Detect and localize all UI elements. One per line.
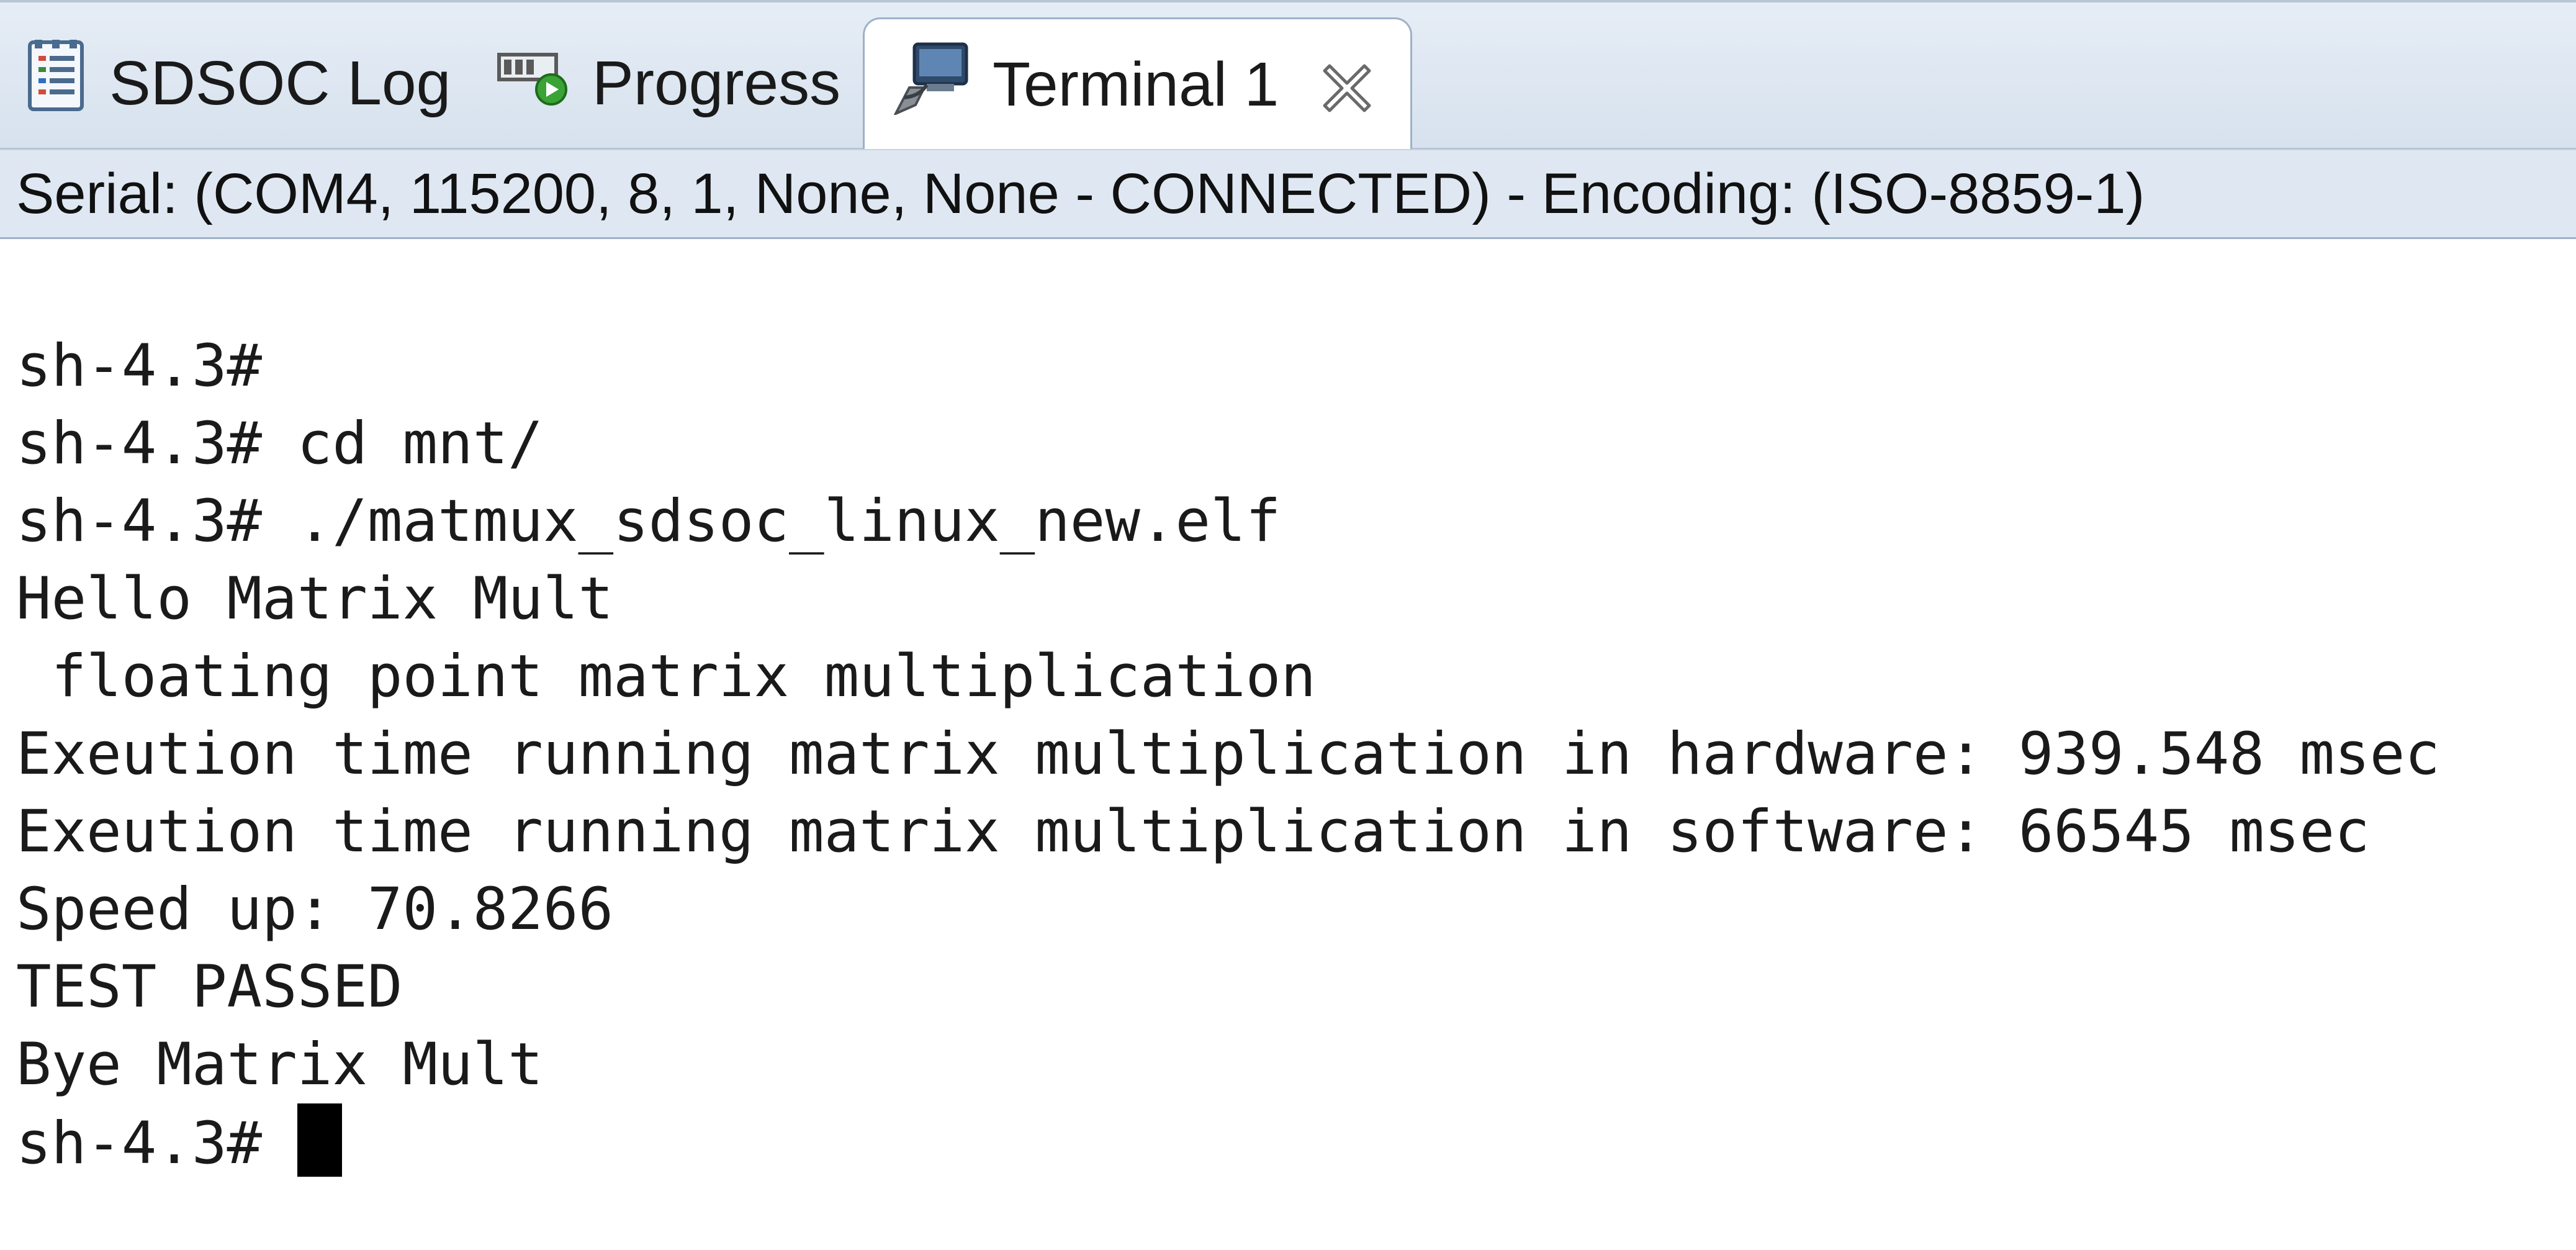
terminal-line: Speed up: 70.8266 [16, 876, 614, 943]
tab-progress-label: Progress [592, 48, 841, 118]
terminal-line: sh-4.3# [16, 332, 263, 400]
terminal-prompt: sh-4.3# [16, 1110, 297, 1177]
tab-sdsoc-log[interactable]: SDSOC Log [25, 17, 451, 149]
tab-terminal-1-label: Terminal 1 [993, 50, 1279, 119]
tab-sdsoc-log-label: SDSOC Log [109, 48, 451, 118]
terminal-icon [891, 40, 970, 130]
connection-status-bar: Serial: (COM4, 115200, 8, 1, None, None … [0, 149, 2576, 239]
terminal-line: Exeution time running matrix multiplicat… [16, 798, 2370, 866]
tab-progress[interactable]: Progress [497, 17, 840, 149]
tab-terminal-1[interactable]: Terminal 1 [863, 17, 1412, 150]
connection-status-text: Serial: (COM4, 115200, 8, 1, None, None … [16, 161, 2145, 225]
terminal-prompt-line[interactable]: sh-4.3# [16, 1103, 2576, 1181]
terminal-cursor [297, 1103, 342, 1177]
log-icon [25, 40, 87, 127]
terminal-line: Exeution time running matrix multiplicat… [16, 720, 2440, 788]
terminal-line: sh-4.3# ./matmux_sdsoc_linux_new.elf [16, 487, 1281, 555]
progress-icon [497, 46, 570, 120]
terminal-line: floating point matrix multiplication [16, 643, 1316, 710]
terminal-view: SDSOC Log Progress Terminal 1 Serial: (C… [0, 0, 2576, 1250]
tab-strip: SDSOC Log Progress Terminal 1 [0, 0, 2576, 150]
terminal-line: sh-4.3# cd mnt/ [16, 410, 543, 478]
terminal-line: Bye Matrix Mult [16, 1031, 543, 1098]
close-icon[interactable] [1320, 58, 1374, 112]
terminal-output[interactable]: sh-4.3# sh-4.3# cd mnt/ sh-4.3# ./matmux… [0, 239, 2576, 1250]
terminal-line: Hello Matrix Mult [16, 565, 614, 633]
terminal-line: TEST PASSED [16, 953, 403, 1021]
